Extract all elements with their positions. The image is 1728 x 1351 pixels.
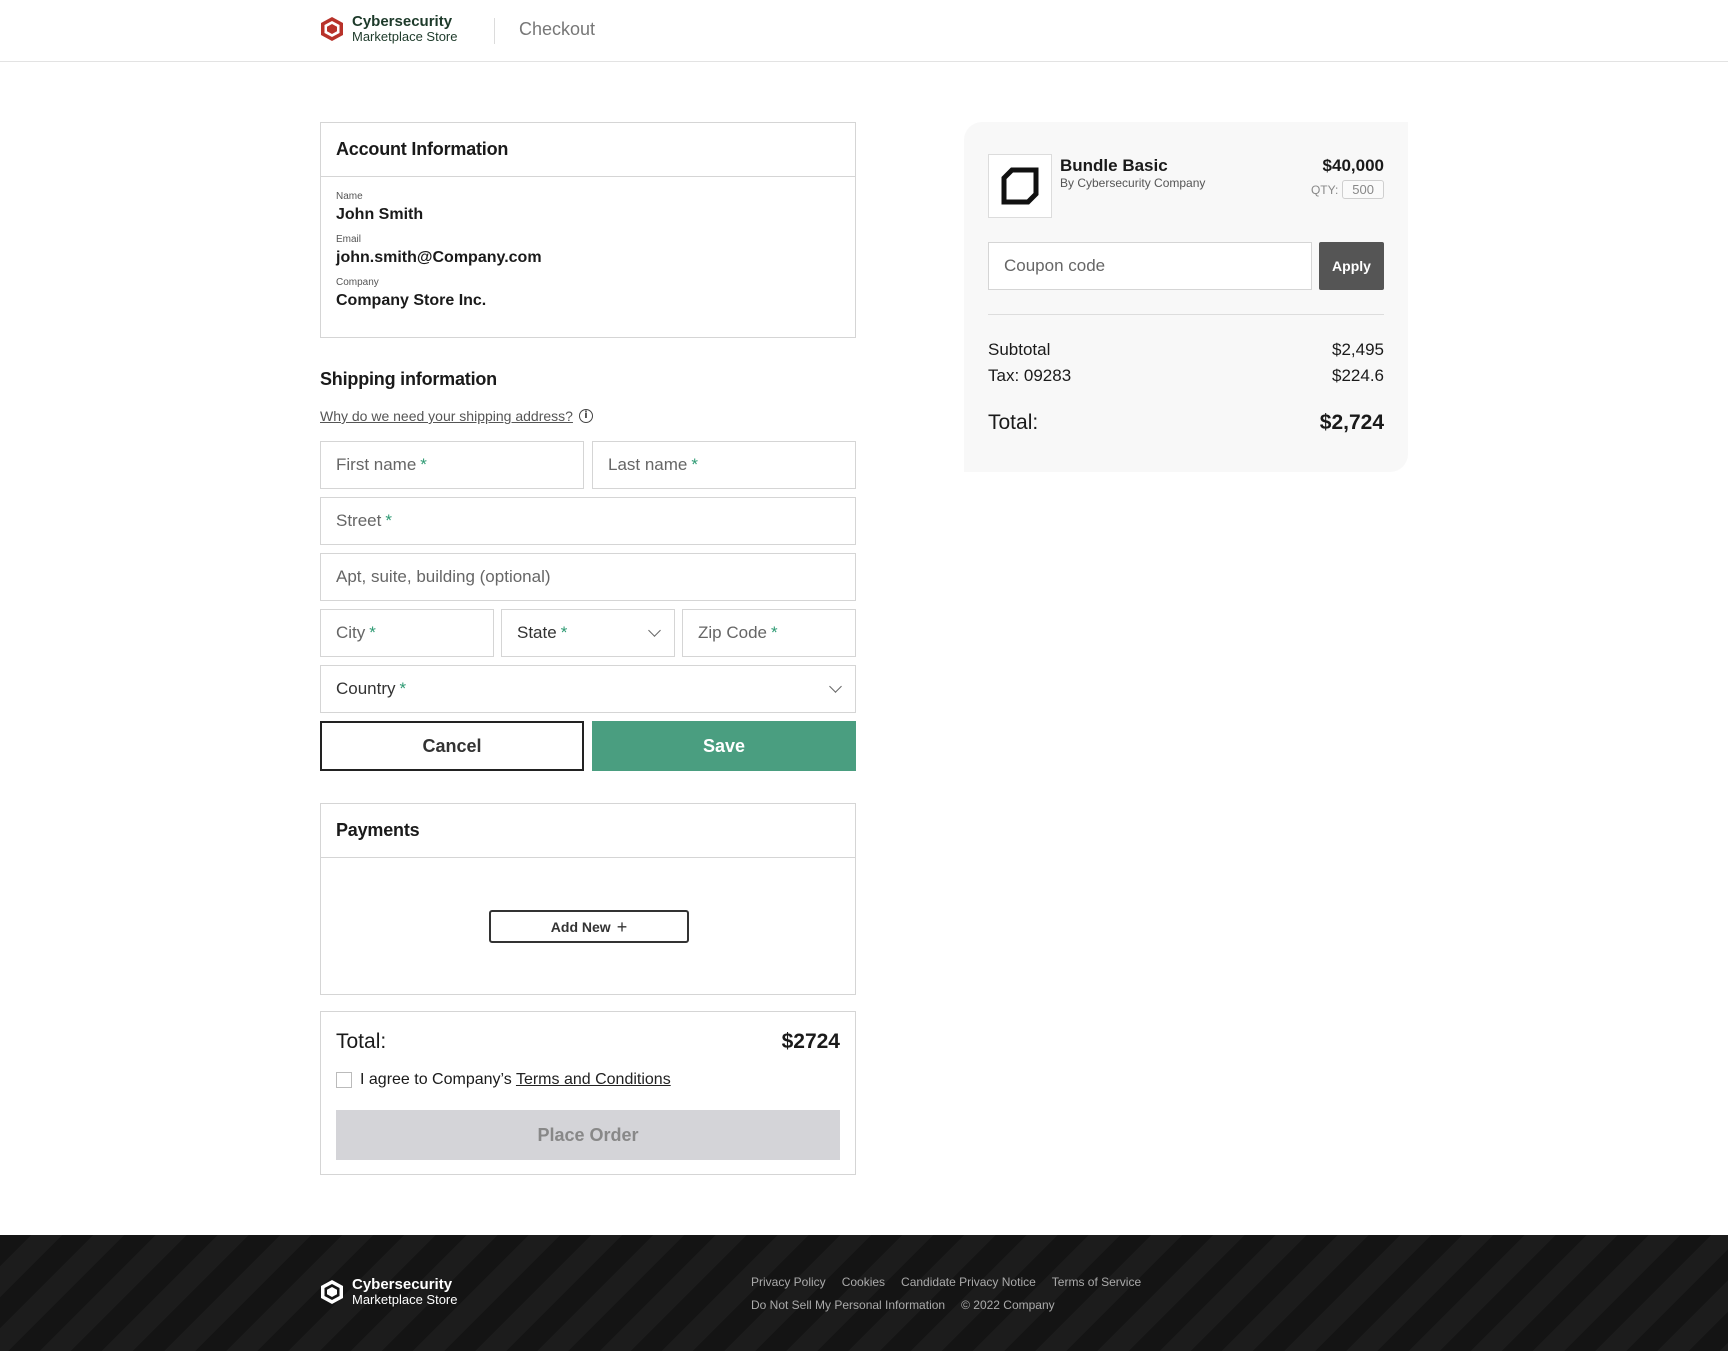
order-summary-panel: Bundle Basic By Cybersecurity Company $4…: [964, 122, 1408, 472]
terms-agreement: I agree to Company’s Terms and Condition…: [336, 1071, 671, 1089]
first-name-input[interactable]: First name *: [320, 441, 584, 489]
coupon-placeholder: Coupon code: [1004, 256, 1106, 275]
terms-checkbox[interactable]: [336, 1072, 352, 1088]
company-value: Company Store Inc.: [336, 292, 487, 309]
product-price: $40,000: [1322, 156, 1384, 175]
brand-name-line2: Marketplace Store: [352, 29, 458, 44]
summary-total-value: $2,724: [1319, 411, 1384, 434]
footer-link-privacy-policy[interactable]: Privacy Policy: [751, 1275, 826, 1289]
qty-label: QTY:: [1310, 182, 1339, 197]
payments-card: Payments Add New +: [320, 803, 856, 995]
brand-logo[interactable]: Cybersecurity Marketplace Store: [320, 14, 458, 44]
top-header: Cybersecurity Marketplace Store Checkout: [0, 0, 1728, 62]
footer-links: Privacy Policy Cookies Candidate Privacy…: [751, 1275, 1141, 1321]
coupon-code-input[interactable]: Coupon code: [988, 242, 1312, 290]
required-mark: *: [691, 455, 699, 474]
tax-row: Tax: 09283 $224.6: [988, 366, 1384, 386]
product-thumbnail: [988, 154, 1052, 218]
payments-heading: Payments: [321, 804, 855, 858]
email-label: Email: [336, 234, 362, 245]
country-select[interactable]: Country *: [320, 665, 856, 713]
chevron-down-icon: [829, 680, 842, 693]
apply-coupon-button[interactable]: Apply: [1319, 242, 1384, 290]
footer-brand-logo[interactable]: Cybersecurity Marketplace Store: [320, 1277, 458, 1307]
subtotal-value: $2,495: [1332, 340, 1384, 359]
product-vendor: By Cybersecurity Company: [1060, 176, 1206, 190]
subtotal-row: Subtotal $2,495: [988, 340, 1384, 360]
required-mark: *: [369, 623, 376, 642]
apt-placeholder: Apt, suite, building (optional): [336, 567, 551, 586]
state-placeholder: State: [517, 623, 557, 642]
order-total-label: Total:: [336, 1030, 387, 1053]
place-order-button[interactable]: Place Order: [336, 1110, 840, 1160]
account-information-card: Account Information Name John Smith Emai…: [320, 122, 856, 338]
agree-text: I agree to Company’s: [360, 1071, 512, 1088]
footer-link-terms-of-service[interactable]: Terms of Service: [1052, 1275, 1141, 1289]
chevron-down-icon: [648, 624, 661, 637]
subtotal-label: Subtotal: [988, 340, 1051, 359]
save-button[interactable]: Save: [592, 721, 856, 771]
zip-placeholder: Zip Code: [698, 623, 767, 642]
summary-divider: [988, 314, 1384, 315]
qty-input[interactable]: 500: [1342, 180, 1384, 199]
last-name-input[interactable]: Last name *: [592, 441, 856, 489]
email-value: john.smith@Company.com: [336, 249, 542, 266]
summary-total-label: Total:: [988, 411, 1039, 434]
tax-label: Tax: 09283: [988, 366, 1072, 385]
hexagon-logo-icon: [321, 17, 343, 41]
required-mark: *: [770, 623, 778, 642]
required-mark: *: [385, 511, 392, 530]
company-label: Company: [336, 277, 379, 288]
hexagon-logo-icon: [321, 1280, 343, 1304]
product-icon: [1001, 167, 1039, 205]
summary-total-row: Total: $2,724: [988, 411, 1384, 435]
terms-link[interactable]: Terms and Conditions: [516, 1071, 671, 1088]
order-total-value: $2724: [781, 1030, 840, 1053]
apt-input[interactable]: Apt, suite, building (optional): [320, 553, 856, 601]
city-placeholder: City: [336, 623, 366, 642]
last-name-placeholder: Last name: [608, 455, 688, 474]
product-name: Bundle Basic: [1060, 156, 1168, 175]
account-heading: Account Information: [321, 123, 855, 177]
page-title: Checkout: [519, 19, 596, 39]
site-footer: Cybersecurity Marketplace Store Privacy …: [0, 1235, 1728, 1351]
add-new-payment-button[interactable]: Add New +: [489, 910, 689, 943]
footer-link-cookies[interactable]: Cookies: [842, 1275, 885, 1289]
footer-brand-line2: Marketplace Store: [352, 1292, 458, 1307]
country-placeholder: Country: [336, 679, 396, 698]
street-placeholder: Street: [336, 511, 382, 530]
footer-link-do-not-sell[interactable]: Do Not Sell My Personal Information: [751, 1298, 945, 1312]
required-mark: *: [560, 623, 568, 642]
tax-value: $224.6: [1332, 366, 1384, 385]
product-quantity: QTY: 500: [1311, 180, 1384, 199]
cancel-button[interactable]: Cancel: [320, 721, 584, 771]
required-mark: *: [399, 679, 407, 698]
footer-link-candidate-privacy[interactable]: Candidate Privacy Notice: [901, 1275, 1036, 1289]
info-icon[interactable]: i: [578, 409, 593, 423]
zip-code-input[interactable]: Zip Code *: [682, 609, 856, 657]
shipping-why-link[interactable]: Why do we need your shipping address?: [320, 408, 573, 424]
shipping-why-row: Why do we need your shipping address? i: [320, 408, 593, 424]
name-label: Name: [336, 191, 363, 202]
first-name-placeholder: First name: [336, 455, 417, 474]
city-input[interactable]: City *: [320, 609, 494, 657]
order-total-card: Total: $2724 I agree to Company’s Terms …: [320, 1011, 856, 1175]
required-mark: *: [420, 455, 427, 474]
brand-name-line1: Cybersecurity: [352, 13, 453, 30]
name-value: John Smith: [336, 206, 424, 223]
footer-copyright: © 2022 Company: [961, 1298, 1055, 1312]
state-select[interactable]: State *: [501, 609, 675, 657]
shipping-heading: Shipping information: [320, 369, 497, 389]
header-divider: [494, 18, 495, 44]
add-new-label: Add New: [550, 918, 611, 935]
footer-brand-line1: Cybersecurity: [352, 1276, 453, 1293]
street-input[interactable]: Street *: [320, 497, 856, 545]
plus-icon: +: [616, 916, 628, 937]
